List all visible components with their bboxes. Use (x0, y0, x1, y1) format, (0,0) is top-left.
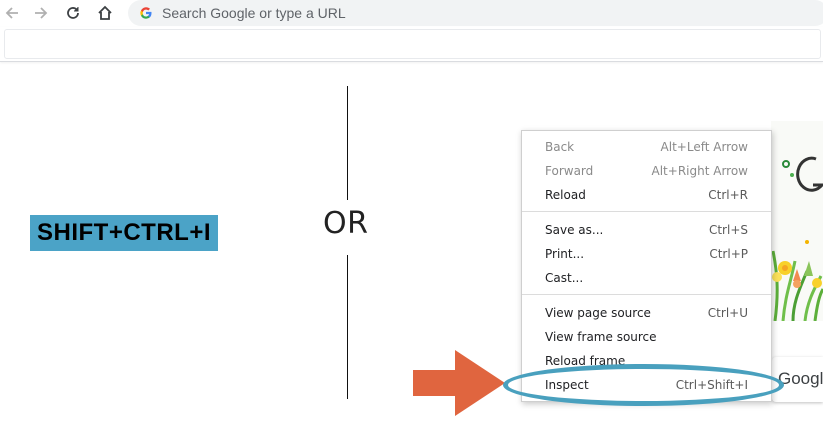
bookmarks-bar-inner (4, 29, 821, 59)
menu-item-cast[interactable]: Cast... (522, 266, 771, 290)
menu-item-shortcut: Alt+Left Arrow (660, 140, 748, 154)
forward-arrow-icon[interactable] (30, 2, 52, 24)
home-icon[interactable] (94, 2, 116, 24)
menu-item-label: Save as... (545, 223, 604, 237)
omnibox[interactable]: Search Google or type a URL (128, 0, 823, 26)
google-partial-text: Google (778, 369, 823, 388)
google-doodle[interactable] (771, 121, 823, 321)
menu-item-label: Reload frame (545, 354, 626, 368)
menu-item-reload-frame[interactable]: Reload frame (522, 349, 771, 373)
menu-item-view-frame-source[interactable]: View frame source (522, 325, 771, 349)
omnibox-placeholder: Search Google or type a URL (162, 5, 346, 21)
menu-separator (522, 294, 771, 295)
menu-item-inspect[interactable]: Inspect Ctrl+Shift+I (522, 373, 771, 397)
back-arrow-icon[interactable] (1, 2, 23, 24)
menu-item-label: Reload (545, 188, 586, 202)
menu-item-shortcut: Alt+Right Arrow (651, 164, 748, 178)
menu-separator (522, 211, 771, 212)
menu-item-shortcut: Ctrl+R (708, 188, 748, 202)
google-search-box-partial[interactable]: Google (772, 357, 823, 402)
context-menu: Back Alt+Left Arrow Forward Alt+Right Ar… (521, 130, 772, 402)
or-text: OR (323, 206, 369, 241)
shortcut-label: SHIFT+CTRL+I (30, 215, 219, 251)
menu-item-label: View frame source (545, 330, 657, 344)
divider-line-top (347, 86, 348, 200)
menu-item-label: Back (545, 140, 575, 154)
menu-item-shortcut: Ctrl+S (708, 223, 748, 237)
menu-item-label: Cast... (545, 271, 584, 285)
reload-icon[interactable] (62, 2, 84, 24)
menu-item-shortcut: Ctrl+P (709, 247, 748, 261)
menu-item-label: Inspect (545, 378, 589, 392)
menu-item-print[interactable]: Print... Ctrl+P (522, 242, 771, 266)
menu-item-back[interactable]: Back Alt+Left Arrow (522, 135, 771, 159)
menu-item-view-page-source[interactable]: View page source Ctrl+U (522, 301, 771, 325)
menu-item-save-as[interactable]: Save as... Ctrl+S (522, 218, 771, 242)
shortcut-text: SHIFT+CTRL+I (37, 219, 212, 246)
browser-toolbar: Search Google or type a URL (0, 0, 823, 27)
pointer-arrow-icon (413, 350, 505, 421)
menu-item-label: Print... (545, 247, 585, 261)
menu-item-shortcut: Ctrl+U (707, 306, 748, 320)
menu-item-shortcut: Ctrl+Shift+I (675, 378, 748, 392)
google-g-icon (139, 6, 153, 25)
bookmarks-bar (0, 27, 823, 62)
menu-item-label: View page source (545, 306, 651, 320)
menu-item-label: Forward (545, 164, 594, 178)
menu-item-forward[interactable]: Forward Alt+Right Arrow (522, 159, 771, 183)
divider-line-bottom (347, 255, 348, 399)
menu-item-reload[interactable]: Reload Ctrl+R (522, 183, 771, 207)
